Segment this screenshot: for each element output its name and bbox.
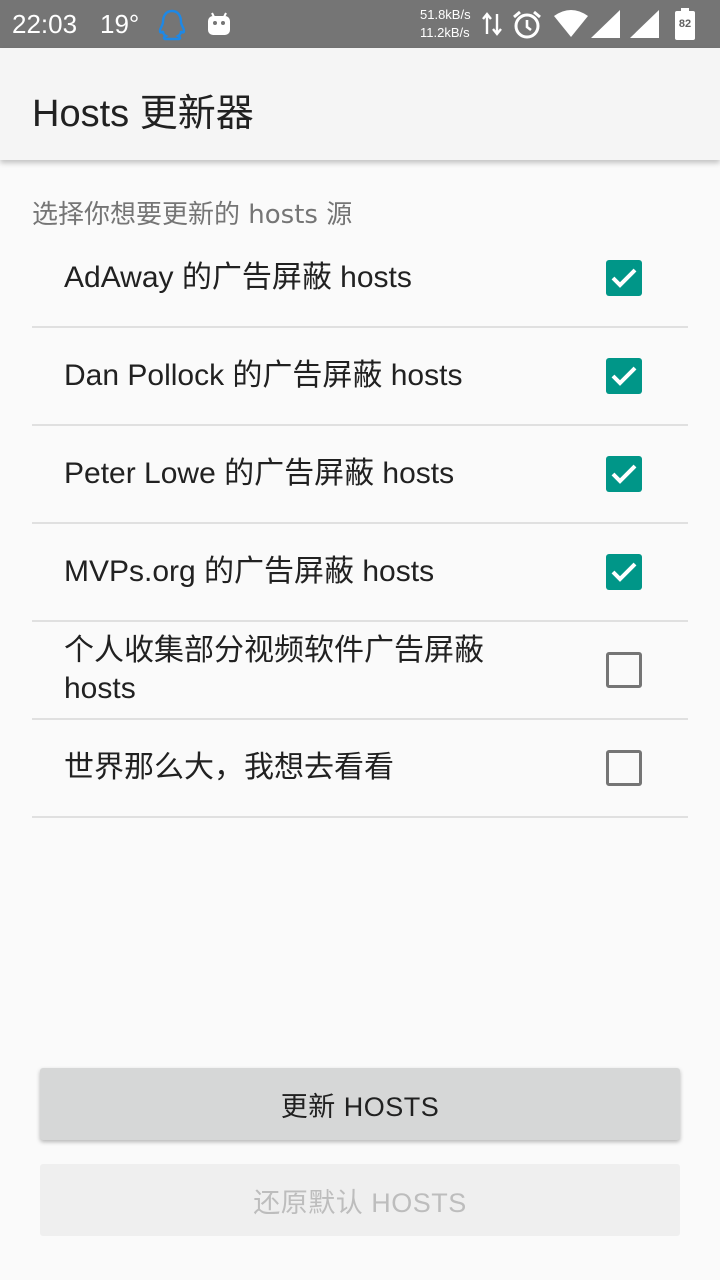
hosts-source-list: AdAway 的广告屏蔽 hosts Dan Pollock 的广告屏蔽 hos… <box>0 230 720 818</box>
app-bar: Hosts 更新器 <box>0 48 720 160</box>
list-item-label: AdAway 的广告屏蔽 hosts <box>64 261 412 294</box>
checkbox-adaway[interactable] <box>606 260 642 296</box>
battery-level: 82 <box>678 18 692 30</box>
wifi-icon <box>554 10 588 42</box>
list-item-label: 个人收集部分视频软件广告屏蔽 hosts <box>64 634 484 705</box>
list-item-label: Peter Lowe 的广告屏蔽 hosts <box>64 457 455 490</box>
network-speed: 51.8kB/s 11.2kB/s <box>420 6 471 42</box>
net-up: 11.2kB/s <box>420 25 470 40</box>
list-item-label: MVPs.org 的广告屏蔽 hosts <box>64 555 435 588</box>
list-item-adaway[interactable]: AdAway 的广告屏蔽 hosts <box>0 230 720 328</box>
checkbox-mvps[interactable] <box>606 554 642 590</box>
qq-icon <box>157 9 187 45</box>
check-icon <box>611 366 637 386</box>
status-time: 22:03 <box>12 9 78 39</box>
page-title: Hosts 更新器 <box>32 93 254 135</box>
signal-icon <box>630 10 660 42</box>
checkbox-world[interactable] <box>606 750 642 786</box>
checkbox-peter-lowe[interactable] <box>606 456 642 492</box>
list-item-world[interactable]: 世界那么大，我想去看看 <box>0 720 720 818</box>
restore-default-hosts-button[interactable]: 还原默认 HOSTS <box>40 1164 680 1236</box>
list-item-peter-lowe[interactable]: Peter Lowe 的广告屏蔽 hosts <box>0 426 720 524</box>
list-item-label: 世界那么大，我想去看看 <box>64 751 394 784</box>
check-icon <box>611 562 637 582</box>
list-item-personal-video[interactable]: 个人收集部分视频软件广告屏蔽 hosts <box>0 622 720 720</box>
status-temperature: 19° <box>100 9 140 39</box>
battery-icon: 82 <box>675 8 695 40</box>
data-arrows-icon <box>482 10 502 42</box>
section-header: 选择你想要更新的 hosts 源 <box>32 200 353 230</box>
list-item-mvps[interactable]: MVPs.org 的广告屏蔽 hosts <box>0 524 720 622</box>
divider <box>32 816 688 818</box>
list-item-dan-pollock[interactable]: Dan Pollock 的广告屏蔽 hosts <box>0 328 720 426</box>
check-icon <box>611 464 637 484</box>
update-hosts-button[interactable]: 更新 HOSTS <box>40 1068 680 1140</box>
list-item-label: Dan Pollock 的广告屏蔽 hosts <box>64 359 463 392</box>
check-icon <box>611 268 637 288</box>
status-bar: 22:03 19° 51.8kB/s 11.2kB/s 82 <box>0 0 720 48</box>
net-down: 51.8kB/s <box>420 7 471 22</box>
checkbox-dan-pollock[interactable] <box>606 358 642 394</box>
android-icon <box>205 10 233 42</box>
alarm-icon <box>511 9 543 45</box>
checkbox-personal-video[interactable] <box>606 652 642 688</box>
signal-icon <box>591 10 621 42</box>
